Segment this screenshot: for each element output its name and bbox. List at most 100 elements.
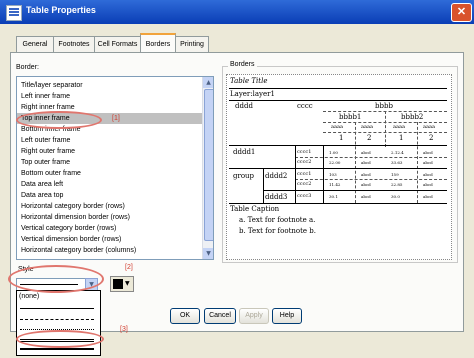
preview-rule [229, 100, 447, 101]
list-item[interactable]: Top outer frame [21, 157, 70, 168]
preview-cccc1: cccc1 [297, 149, 312, 155]
preview-value: abcd [423, 150, 433, 155]
preview-footnote-b: b. Text for footnote b. [239, 227, 317, 235]
apply-button[interactable]: Apply [239, 308, 269, 324]
title-bar[interactable]: Table Properties ✕ [0, 0, 474, 24]
scroll-thumb[interactable] [204, 89, 213, 241]
close-button[interactable]: ✕ [451, 3, 472, 22]
annotation-ellipse-1 [16, 111, 102, 129]
preview-cccc: cccc [297, 102, 313, 110]
tab-cell-formats[interactable]: Cell Formats [94, 36, 141, 52]
list-item[interactable]: Vertical dimension border (rows) [21, 234, 121, 245]
list-item[interactable]: Horizontal dimension border (rows) [21, 212, 130, 223]
preview-aaaa: aaaa [331, 124, 343, 130]
help-button[interactable]: Help [272, 308, 302, 324]
color-swatch [113, 279, 123, 289]
preview-value: 1.00 [329, 150, 338, 155]
annotation-label-1: [1] [112, 115, 120, 122]
preview-num2: 2 [429, 134, 434, 142]
chevron-down-icon: ▼ [125, 280, 130, 287]
list-item[interactable]: Left outer frame [21, 135, 70, 146]
preview-value: abcd [361, 194, 371, 199]
preview-value: 159 [391, 172, 399, 177]
preview-num1: 1 [399, 134, 404, 142]
table-properties-dialog: Table Properties ✕ General Footnotes Cel… [0, 0, 474, 358]
tab-printing[interactable]: Printing [175, 36, 209, 52]
preview-cccc2: cccc2 [297, 159, 312, 165]
scroll-down-icon[interactable]: ▼ [203, 248, 213, 259]
table-icon [6, 5, 22, 21]
preview-value: abcd [361, 172, 371, 177]
preview-rule [229, 203, 447, 204]
preview-value: 22.00 [329, 160, 341, 165]
preview-value: 22.85 [391, 182, 403, 187]
list-item[interactable]: Bottom outer frame [21, 168, 81, 179]
preview-dddd3: dddd3 [265, 193, 288, 201]
preview-value: abcd [361, 182, 371, 187]
preview-num2: 2 [367, 134, 372, 142]
list-scrollbar[interactable]: ▲ ▼ [202, 77, 213, 259]
annotation-ellipse-2 [8, 265, 104, 293]
preview-table-title: Table Title [230, 77, 268, 85]
preview-bbbb: bbbb [375, 102, 393, 110]
list-item[interactable]: Data area left [21, 179, 63, 190]
preview-value: 11.42 [329, 182, 341, 187]
style-option-none[interactable]: (none) [19, 293, 39, 300]
list-item[interactable]: Horizontal category border (rows) [21, 201, 125, 212]
style-option-dashed[interactable] [20, 319, 94, 320]
table-preview: Table Title Layer:layer1 dddd cccc bbbb … [226, 74, 452, 260]
preview-rule [229, 88, 447, 89]
preview-rule [229, 145, 447, 146]
preview-layer: Layer:layer1 [230, 90, 275, 98]
preview-cccc1: cccc1 [297, 171, 312, 177]
preview-bbbb2: bbbb2 [401, 113, 424, 121]
cancel-button[interactable]: Cancel [204, 308, 236, 324]
preview-rule [263, 168, 264, 203]
preview-value: 2.12.4 [391, 150, 404, 155]
borders-group-label: Borders [228, 61, 257, 68]
preview-dddd1: dddd1 [233, 148, 256, 156]
window-title: Table Properties [26, 5, 96, 15]
preview-value: 30.0 [391, 194, 400, 199]
preview-rule [295, 179, 447, 180]
color-picker-button[interactable]: ▼ [110, 276, 134, 292]
list-item[interactable]: Left inner frame [21, 91, 70, 102]
list-item[interactable]: Title/layer separator [21, 80, 83, 91]
annotation-label-3: [3] [120, 326, 128, 333]
preview-aaaa: aaaa [423, 124, 435, 130]
list-item[interactable]: Data area top [21, 190, 63, 201]
border-label: Border: [16, 64, 39, 71]
preview-rule [295, 145, 296, 203]
border-list[interactable]: Title/layer separator Left inner frame R… [16, 76, 214, 260]
scroll-up-icon[interactable]: ▲ [203, 77, 213, 88]
preview-rule [229, 168, 447, 169]
preview-bbbb1: bbbb1 [339, 113, 362, 121]
tab-borders[interactable]: Borders [140, 33, 176, 54]
tab-footnotes[interactable]: Footnotes [53, 36, 95, 52]
list-item[interactable]: Horizontal category border (columns) [21, 245, 136, 256]
preview-value: abcd [423, 172, 433, 177]
preview-rule [385, 111, 386, 147]
list-item[interactable]: Right outer frame [21, 146, 75, 157]
preview-cccc3: cccc3 [297, 193, 312, 199]
preview-value: abcd [361, 160, 371, 165]
preview-num1: 1 [339, 134, 344, 142]
preview-rule [295, 157, 447, 158]
preview-value: abcd [423, 194, 433, 199]
preview-value: 33.63 [391, 160, 403, 165]
preview-rule [323, 145, 324, 203]
tab-general[interactable]: General [16, 36, 54, 52]
preview-value: abcd [423, 160, 433, 165]
style-option-thick[interactable] [20, 348, 94, 350]
preview-dddd2: dddd2 [265, 172, 288, 180]
preview-value: abcd [423, 182, 433, 187]
preview-footnote-a: a. Text for footnote a. [239, 216, 316, 224]
close-icon: ✕ [456, 6, 467, 18]
preview-aaaa: aaaa [393, 124, 405, 130]
ok-button[interactable]: OK [170, 308, 200, 324]
preview-dddd: dddd [235, 102, 253, 110]
list-item[interactable]: Vertical category border (rows) [21, 223, 116, 234]
preview-aaaa: aaaa [361, 124, 373, 130]
style-option-solid[interactable] [20, 308, 94, 309]
preview-rule [263, 190, 447, 191]
